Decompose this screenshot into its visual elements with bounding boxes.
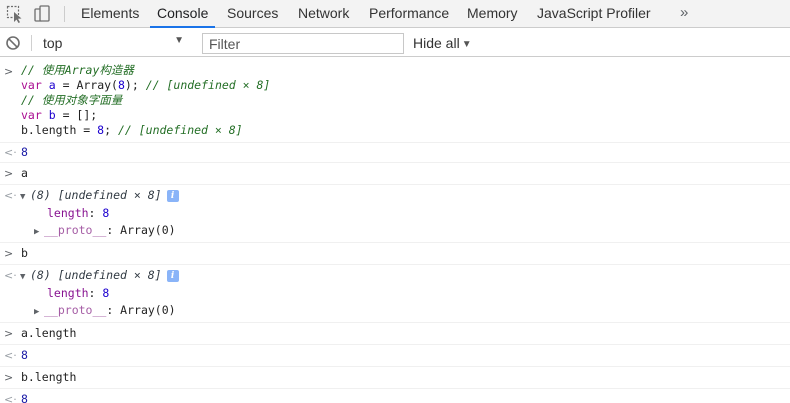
dropdown-arrow-icon: ▼ (174, 35, 184, 46)
tab-elements[interactable]: Elements (81, 0, 139, 28)
code-text: = []; (55, 108, 98, 122)
dropdown-arrow-icon: ▼ (461, 39, 472, 50)
input-prompt-icon: > (4, 371, 14, 384)
code-keyword: var (21, 108, 42, 122)
array-summary: (8) [undefined × 8] (30, 188, 162, 202)
console-input-entry: > // 使用Array构造器 var a = Array(8); // [un… (0, 58, 790, 143)
code-text: = (55, 78, 77, 92)
cursor-select-icon[interactable] (5, 4, 25, 24)
code-number: 8 (117, 78, 125, 92)
info-icon: i (166, 190, 179, 202)
code-identifier: a (48, 78, 56, 92)
console-input-entry: > a.length (0, 323, 790, 345)
expand-caret-icon[interactable]: ▼ (20, 270, 30, 285)
object-property[interactable]: ▶ __proto__: Array(0) (21, 301, 790, 319)
console-result-entry: <· ▼ (8) [undefined × 8] i length: 8 ▶ __pr… (0, 185, 790, 243)
input-text: a.length (21, 326, 77, 340)
code-line: b.length = 8; // [undefined × 8] (21, 123, 790, 138)
tab-network[interactable]: Network (298, 0, 349, 28)
tab-performance[interactable]: Performance (369, 0, 449, 28)
result-value: 8 (21, 392, 28, 403)
code-line: var b = []; (21, 108, 790, 123)
code-comment: // 使用对象字面量 (21, 93, 123, 107)
device-toolbar-icon[interactable] (32, 4, 52, 24)
result-arrow-icon: <· (4, 269, 17, 282)
collapse-caret-icon[interactable]: ▶ (34, 223, 44, 241)
object-property: length: 8 (47, 206, 110, 220)
console-result-entry: <· ▼ (8) [undefined × 8] i length: 8 ▶ __pr… (0, 265, 790, 323)
tab-memory[interactable]: Memory (467, 0, 518, 28)
object-property[interactable]: ▶ __proto__: Array(0) (21, 221, 790, 239)
result-arrow-icon: <· (4, 146, 17, 159)
result-value: 8 (21, 145, 28, 159)
code-line: var a = Array(8); // [undefined × 8] (21, 78, 790, 93)
code-comment: // [undefined × 8] (111, 123, 243, 137)
property-key: length (47, 206, 89, 220)
property-key: __proto__ (44, 303, 107, 317)
property-value: Array(0) (120, 303, 176, 317)
property-value: 8 (102, 286, 110, 300)
console-toolbar: top ▼ Hide all▼ (0, 29, 790, 57)
input-prompt-icon: > (4, 65, 14, 78)
code-text: Array( (76, 78, 118, 92)
context-label: top (43, 35, 63, 51)
input-prompt-icon: > (4, 167, 14, 180)
tabbar-divider (64, 6, 65, 22)
result-arrow-icon: <· (4, 189, 17, 202)
code-comment: // [undefined × 8] (138, 78, 271, 92)
code-text: ; (104, 123, 112, 137)
array-summary: (8) [undefined × 8] (30, 268, 162, 282)
object-tree-root[interactable]: ▼ (8) [undefined × 8] i (20, 268, 790, 286)
collapse-caret-icon[interactable]: ▶ (34, 303, 44, 321)
code-comment: // 使用Array构造器 (21, 63, 134, 77)
code-keyword: var (21, 78, 42, 92)
object-tree-root[interactable]: ▼ (8) [undefined × 8] i (20, 188, 790, 206)
console-result-entry: <· 8 (0, 345, 790, 367)
tab-javascript-profiler[interactable]: JavaScript Profiler (537, 0, 651, 28)
property-key: length (47, 286, 89, 300)
property-value: 8 (102, 206, 110, 220)
devtools-tabbar: Elements Console Sources Network Perform… (0, 0, 790, 28)
console-input-entry: > a (0, 163, 790, 185)
info-icon: i (166, 270, 179, 282)
code-text: b.length = (21, 123, 98, 137)
input-text: b.length (21, 370, 77, 384)
tab-sources[interactable]: Sources (227, 0, 278, 28)
input-prompt-icon: > (4, 247, 14, 260)
object-property: length: 8 (47, 286, 110, 300)
toolbar-divider (31, 35, 32, 51)
filter-input[interactable] (202, 33, 404, 54)
property-key: __proto__ (44, 223, 107, 237)
result-value: 8 (21, 348, 28, 362)
more-tabs-button[interactable]: » (680, 0, 688, 28)
code-line: // 使用Array构造器 (21, 63, 790, 78)
console-messages[interactable]: > // 使用Array构造器 var a = Array(8); // [un… (0, 58, 790, 403)
log-levels-label: Hide all (413, 35, 460, 51)
input-prompt-icon: > (4, 327, 14, 340)
result-arrow-icon: <· (4, 393, 17, 403)
expand-caret-icon[interactable]: ▼ (20, 190, 30, 205)
code-line: // 使用对象字面量 (21, 93, 790, 108)
log-levels-dropdown[interactable]: Hide all ▼ (413, 33, 472, 53)
tab-console[interactable]: Console (150, 0, 216, 28)
context-selector[interactable]: top ▼ (37, 33, 192, 53)
property-value: Array(0) (120, 223, 176, 237)
result-arrow-icon: <· (4, 349, 17, 362)
console-input-entry: > b (0, 243, 790, 265)
console-input-entry: > b.length (0, 367, 790, 389)
console-result-entry: <· 8 (0, 143, 790, 163)
block-icon[interactable] (5, 35, 21, 51)
code-identifier: b (48, 108, 56, 122)
console-result-entry: <· 8 (0, 389, 790, 403)
input-text: b (21, 246, 28, 260)
input-text: a (21, 166, 28, 180)
code-text: ); (124, 78, 139, 92)
